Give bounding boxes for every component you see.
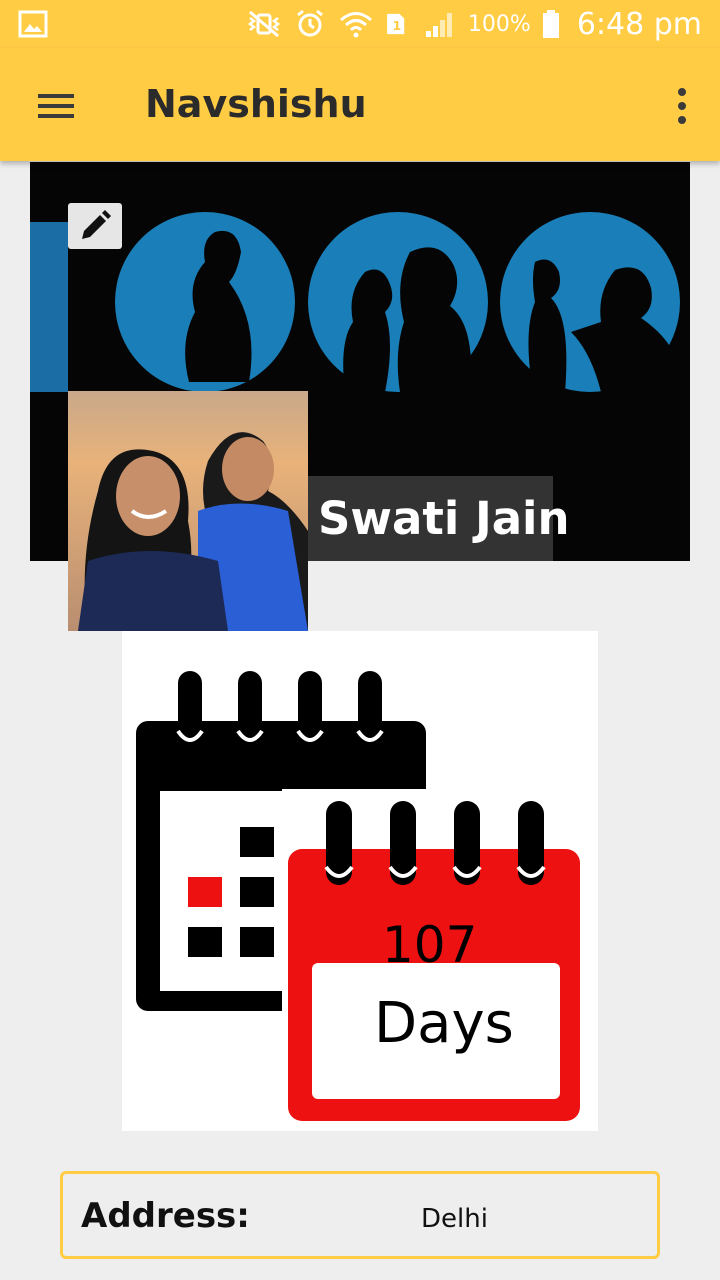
hamburger-menu-icon	[38, 94, 74, 118]
gallery-notification-icon	[18, 10, 48, 38]
address-label: Address:	[81, 1196, 250, 1236]
pencil-icon	[82, 210, 111, 239]
overflow-menu-button[interactable]	[664, 78, 700, 134]
profile-photo[interactable]	[68, 391, 308, 631]
battery-percent: 100%	[467, 11, 531, 37]
status-icons: 1 100% 6:48 pm	[246, 6, 702, 42]
more-vert-icon	[678, 88, 686, 96]
profile-name: Swati Jain	[318, 492, 570, 545]
edit-cover-button[interactable]	[68, 203, 122, 249]
signal-icon	[425, 13, 452, 37]
calendar-icon	[136, 671, 598, 1131]
battery-icon	[542, 10, 559, 38]
vibrate-mute-icon	[247, 10, 281, 38]
app-bar: Navshishu	[0, 48, 720, 161]
days-count: 107	[382, 916, 478, 974]
status-bar: 1 100% 6:48 pm	[0, 0, 720, 48]
app-title: Navshishu	[145, 82, 367, 126]
clock-time: 6:48 pm	[576, 6, 702, 42]
sim-icon: 1	[387, 13, 405, 35]
svg-text:1: 1	[392, 18, 401, 33]
days-counter-card: 107 Days	[122, 631, 598, 1131]
menu-button[interactable]	[28, 78, 84, 134]
alarm-icon	[296, 9, 323, 37]
days-label: Days	[374, 991, 514, 1056]
address-value: Delhi	[421, 1204, 488, 1234]
profile-photo-image	[68, 391, 308, 631]
profile-name-tag: Swati Jain	[308, 476, 570, 561]
address-box: Address: Delhi	[60, 1171, 660, 1259]
wifi-icon	[339, 12, 372, 38]
